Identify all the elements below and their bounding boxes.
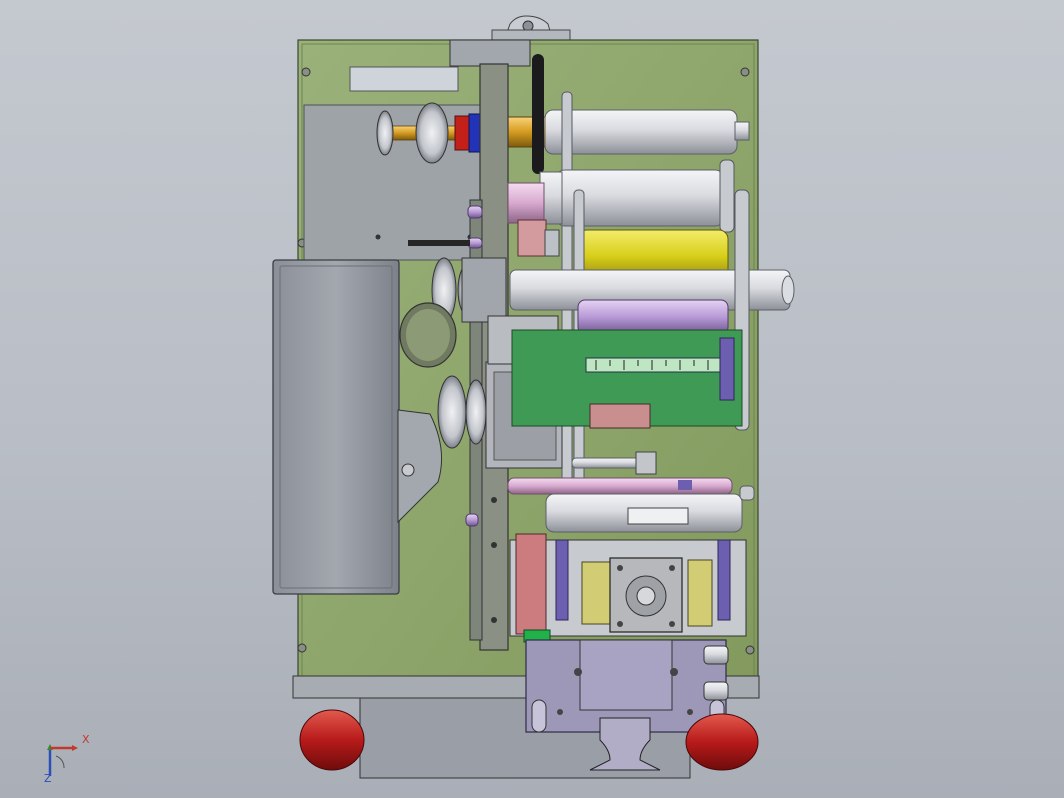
plate-screw [297,643,307,653]
sensor-block[interactable] [517,219,547,257]
printer-assembly-model[interactable] [0,0,1064,798]
side-cover[interactable] [272,259,400,595]
belt-disc[interactable] [532,54,544,174]
axis-triad: X Z [40,730,100,790]
cad-viewport[interactable]: X Z [0,0,1064,798]
plate-screw [301,67,311,77]
roller-upper-mid[interactable] [539,159,735,233]
z-axis-label: Z [44,772,52,785]
roller-violet[interactable] [577,299,729,335]
top-hinge-bracket[interactable] [491,15,571,43]
foot-right [685,713,759,771]
label-window [349,66,459,92]
sensor-bracket [544,229,560,257]
plate-screw [745,645,755,655]
gearbox-housing[interactable] [509,533,747,637]
rod-clamp [635,451,657,475]
foot-left [299,709,365,771]
print-head-board[interactable] [511,329,743,429]
top-clamp-block[interactable] [449,39,531,67]
roller-pink-stub[interactable] [507,182,545,224]
x-axis-label: X [82,733,90,746]
plate-screw [740,67,750,77]
